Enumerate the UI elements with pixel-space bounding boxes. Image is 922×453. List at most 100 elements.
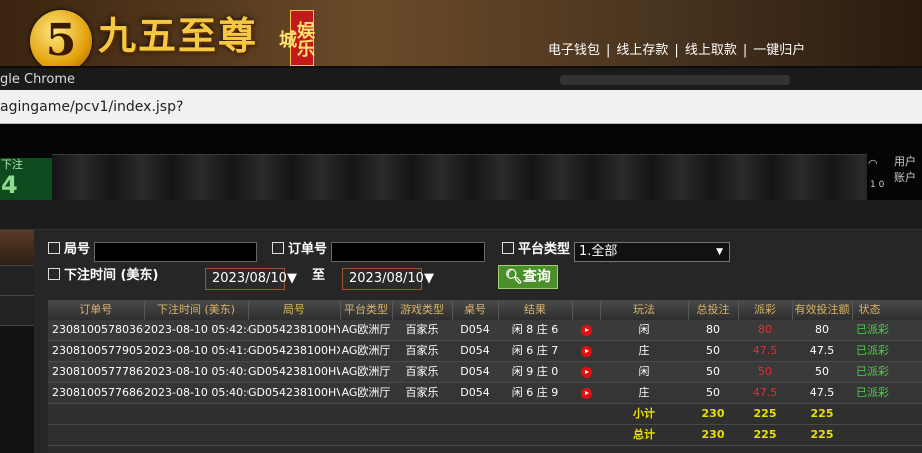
total-bet: 230: [688, 424, 738, 446]
calendar-icon: [48, 268, 60, 280]
cell-round: GD054238100HY: [248, 320, 340, 341]
nav-separator: |: [674, 43, 679, 58]
table-row: 230810057803690 2023-08-10 05:42:40 GD05…: [48, 320, 922, 341]
col-play: 玩法: [600, 300, 689, 320]
user-label: 用户: [894, 155, 916, 168]
cell-status: 已派彩: [852, 340, 922, 362]
total-valid: 225: [792, 424, 852, 446]
cell-platform: AG欧洲厅: [340, 320, 392, 341]
nav-one-click-transfer[interactable]: 一键归户: [753, 43, 805, 58]
date-from-select[interactable]: 2023/08/10▼: [205, 268, 297, 290]
total-payout: 225: [738, 424, 792, 446]
col-payout: 派彩: [738, 300, 793, 320]
total-row: 总计 230 225 225: [48, 424, 922, 446]
subtotal-bet: 230: [688, 403, 738, 425]
tag-icon: [48, 242, 60, 254]
cell-platform: AG欧洲厅: [340, 340, 392, 362]
platform-select[interactable]: 1.全部 ▼: [574, 242, 730, 262]
side-tab[interactable]: [0, 266, 34, 296]
round-input[interactable]: [94, 242, 257, 262]
cell-valid: 47.5: [792, 382, 852, 404]
nav-withdraw[interactable]: 线上取款: [685, 43, 737, 58]
table-row: 230810057768643 2023-08-10 05:40:07 GD05…: [48, 382, 922, 404]
cell-play: 闲: [600, 320, 688, 341]
cell-status: 已派彩: [852, 382, 922, 404]
logo-digit: 5: [45, 15, 77, 66]
date-from-value: 2023/08/10: [212, 271, 287, 286]
cell-valid: 80: [792, 320, 852, 341]
blurred-info: [560, 75, 790, 85]
url-text[interactable]: agingame/pcv1/index.jsp?: [0, 90, 183, 124]
nav-separator: |: [742, 43, 748, 58]
address-bar[interactable]: agingame/pcv1/index.jsp?: [0, 90, 922, 124]
col-status: 状态: [852, 300, 922, 320]
cell-replay[interactable]: [572, 361, 600, 383]
cell-payout: 47.5: [738, 340, 792, 362]
cell-time: 2023-08-10 05:40:51: [144, 361, 248, 383]
side-tab[interactable]: [0, 296, 34, 326]
cell-round: GD054238100HX: [248, 340, 340, 362]
table-row: 230810057778690 2023-08-10 05:40:51 GD05…: [48, 361, 922, 383]
cell-bet: 80: [688, 320, 738, 341]
col-time: 下注时间 (美东): [144, 300, 249, 320]
cell-platform: AG欧洲厅: [340, 361, 392, 383]
col-bet: 总投注: [688, 300, 739, 320]
brand-name: 九五至尊: [98, 13, 259, 58]
table-row: 230810057790515 2023-08-10 05:41:46 GD05…: [48, 340, 922, 362]
list-icon: [502, 242, 514, 254]
play-video-icon[interactable]: [580, 345, 592, 357]
nav-e-wallet[interactable]: 电子钱包: [548, 43, 600, 58]
side-tab-active[interactable]: [0, 230, 34, 266]
platform-filter-label: 平台类型: [502, 240, 570, 260]
cell-time: 2023-08-10 05:41:46: [144, 340, 248, 362]
site-header: 5 九五至尊 娱乐城 电子钱包 | 线上存款 | 线上取款 | 一键归户: [0, 0, 922, 66]
cell-replay[interactable]: [572, 320, 600, 341]
cell-replay[interactable]: [572, 382, 600, 404]
cell-play: 庄: [600, 382, 688, 404]
chevron-down-icon: ▼: [716, 247, 723, 257]
table-header-row: 订单号 下注时间 (美东) 局号 平台类型 游戏类型 桌号 结果 玩法 总投注 …: [48, 300, 922, 320]
subtotal-row: 小计 230 225 225: [48, 403, 922, 425]
cell-payout: 47.5: [738, 382, 792, 404]
account-label: 账户: [894, 171, 916, 184]
cell-round: GD054238100HV: [248, 382, 340, 404]
col-replay: [572, 300, 601, 320]
cell-valid: 47.5: [792, 340, 852, 362]
cell-game: 百家乐: [392, 361, 452, 383]
cell-replay[interactable]: [572, 340, 600, 362]
round-filter-label: 局号: [48, 240, 90, 260]
col-result: 结果: [498, 300, 573, 320]
cell-result: 闲 6 庄 7: [498, 340, 572, 362]
cell-game: 百家乐: [392, 382, 452, 404]
subtotal-valid: 225: [792, 403, 852, 425]
date-to-select[interactable]: 2023/08/10▼: [342, 268, 434, 290]
bet-label: 下注: [1, 158, 23, 171]
caret-down-icon: ▼: [423, 271, 434, 286]
platform-selected-value: 1.全部: [579, 244, 618, 259]
account-nav: 电子钱包 | 线上存款 | 线上取款 | 一键归户: [548, 42, 805, 60]
play-video-icon[interactable]: [580, 366, 592, 378]
to-label: 至: [312, 268, 326, 283]
cell-payout: 50: [738, 361, 792, 383]
cell-game: 百家乐: [392, 320, 452, 341]
col-game: 游戏类型: [392, 300, 453, 320]
cell-time: 2023-08-10 05:40:07: [144, 382, 248, 404]
total-label: 总计: [600, 424, 688, 446]
cell-bet: 50: [688, 340, 738, 362]
bet-history-panel: 局号 订单号 平台类型 1.全部 ▼ 下注时间 (美东) 2023/08/10▼…: [0, 200, 922, 453]
nav-deposit[interactable]: 线上存款: [616, 43, 668, 58]
play-video-icon[interactable]: [580, 387, 592, 399]
cell-order: 230810057768643: [48, 382, 144, 404]
cell-order: 230810057790515: [48, 340, 144, 362]
browser-title-bar: gle Chrome: [0, 66, 922, 90]
cell-status: 已派彩: [852, 320, 922, 341]
order-input[interactable]: [331, 242, 485, 262]
search-button[interactable]: 🔍︎查询: [498, 265, 558, 289]
cell-bet: 50: [688, 382, 738, 404]
cell-status: 已派彩: [852, 361, 922, 383]
wifi-icon: ◠: [868, 157, 878, 170]
play-video-icon[interactable]: [580, 324, 592, 336]
col-platform: 平台类型: [340, 300, 393, 320]
caret-down-icon: ▼: [286, 271, 297, 286]
cell-result: 闲 8 庄 6: [498, 320, 572, 341]
